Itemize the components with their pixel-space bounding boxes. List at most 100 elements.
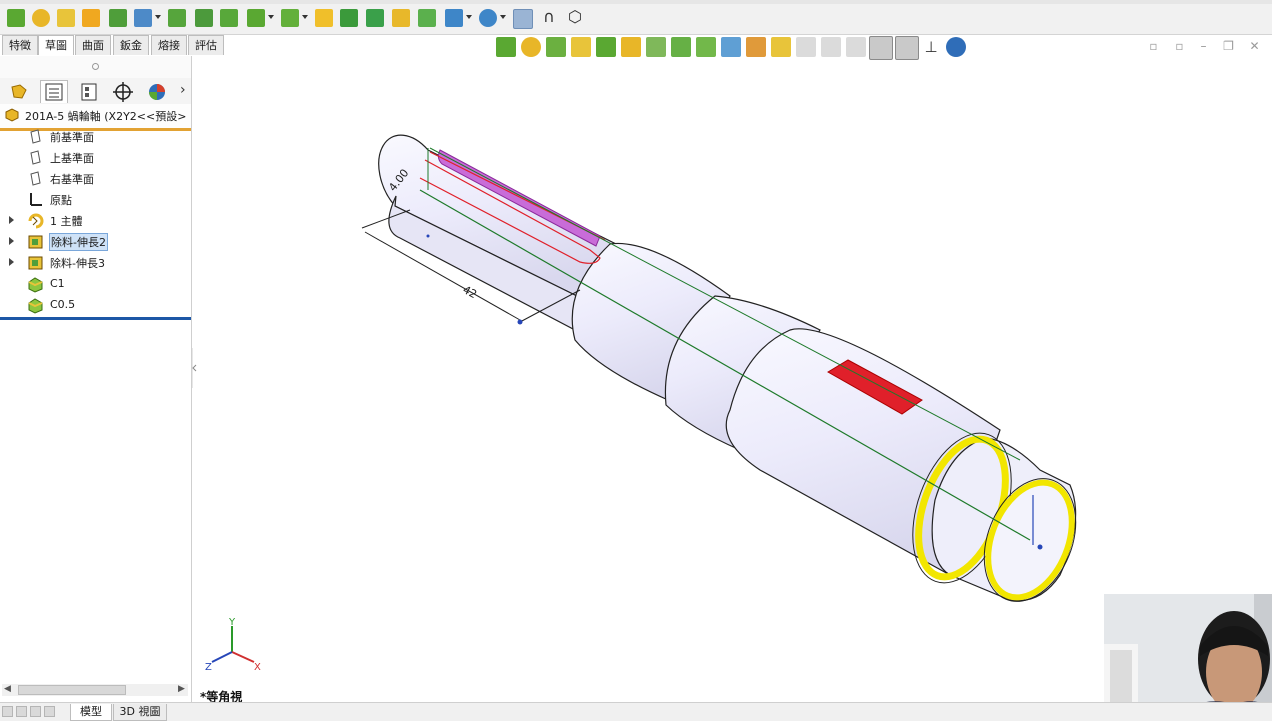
zoom-to-area-icon[interactable] — [521, 37, 541, 57]
tree-item-right-plane[interactable]: 右基準面 — [0, 168, 191, 189]
scrollbar-thumb[interactable] — [18, 685, 126, 695]
tree-item-body[interactable]: 1 主體 — [0, 210, 191, 231]
part-name: 201A-5 蝸輪軸 (X2Y2<<預設> — [25, 110, 187, 123]
panel-grip-icon[interactable] — [92, 63, 99, 70]
extruded-cut-icon[interactable] — [134, 9, 152, 27]
lines-icon[interactable] — [821, 37, 841, 57]
expand-arrow-icon[interactable] — [9, 258, 14, 266]
tab-features[interactable]: 特徵 — [2, 35, 38, 55]
tab-evaluate[interactable]: 評估 — [188, 35, 224, 55]
swept-boss-icon[interactable] — [57, 9, 75, 27]
triad-x-label: X — [254, 662, 261, 673]
minimize-icon[interactable]: – — [1198, 40, 1209, 52]
tree-item-front-plane[interactable]: 前基準面 — [0, 126, 191, 147]
maximize-icon[interactable]: ❐ — [1223, 40, 1234, 52]
previous-view-icon[interactable] — [546, 37, 566, 57]
hole-wizard-icon[interactable] — [168, 9, 186, 27]
tree-item-chamfer-c1[interactable]: C1 — [0, 274, 191, 295]
rollback-bar[interactable] — [0, 317, 191, 320]
arc-icon[interactable]: ∩ — [540, 9, 558, 27]
lofted-cut-icon[interactable] — [247, 9, 265, 27]
prev-tab-icon[interactable] — [16, 706, 27, 717]
revolve-icon — [28, 213, 44, 229]
boundary-boss-icon[interactable] — [109, 9, 127, 27]
chevron-down-icon[interactable] — [268, 15, 274, 19]
tab-sketch[interactable]: 草圖 — [38, 35, 74, 55]
curves-icon[interactable] — [479, 9, 497, 27]
linear-pattern-icon[interactable] — [315, 9, 333, 27]
tree-item-cut-extrude-3[interactable]: 除料-伸長3 — [0, 252, 191, 273]
chevron-down-icon[interactable] — [466, 15, 472, 19]
tree-item-top-plane[interactable]: 上基準面 — [0, 147, 191, 168]
reference-geometry-icon[interactable] — [445, 9, 463, 27]
view-orientation-icon[interactable] — [596, 37, 616, 57]
tab-display-manager[interactable] — [143, 80, 171, 104]
tree-item-label: 原點 — [50, 194, 72, 207]
tab-sheet-metal[interactable]: 鈑金 — [113, 35, 149, 55]
first-tab-icon[interactable] — [2, 706, 13, 717]
tab-dimxpert[interactable] — [109, 80, 137, 104]
sphere-icon[interactable] — [946, 37, 966, 57]
tree-item-origin[interactable]: 原點 — [0, 189, 191, 210]
instant3d-icon[interactable] — [513, 9, 533, 29]
menu-strip — [0, 0, 1272, 4]
revolved-cut-icon[interactable] — [195, 9, 213, 27]
next-tab-icon[interactable] — [30, 706, 41, 717]
rib-icon[interactable] — [340, 9, 358, 27]
shell-icon[interactable] — [392, 9, 410, 27]
tab-3d-views[interactable]: 3D 視圖 — [113, 704, 167, 721]
part-icon — [5, 108, 19, 122]
lofted-boss-icon[interactable] — [82, 9, 100, 27]
draft-icon[interactable] — [366, 9, 384, 27]
origin-icon — [30, 193, 42, 206]
tab-property-manager[interactable] — [40, 80, 68, 103]
pan-icon[interactable] — [771, 37, 791, 57]
tab-feature-manager[interactable] — [5, 80, 33, 104]
rotate-icon[interactable] — [746, 37, 766, 57]
plane-icon — [30, 129, 41, 144]
polygon-icon[interactable]: ⬡ — [566, 9, 584, 27]
view-settings-icon[interactable] — [721, 37, 741, 57]
dimension-length[interactable]: 42 — [461, 283, 479, 301]
bottom-tab-bar: 模型 3D 視圖 — [0, 702, 1272, 721]
chevron-down-icon[interactable] — [302, 15, 308, 19]
expand-arrow-icon[interactable] — [9, 216, 14, 224]
edit-appearance-icon[interactable] — [671, 37, 691, 57]
chevron-down-icon[interactable] — [155, 15, 161, 19]
sketch-axis-line — [419, 189, 1031, 541]
origin-axis-icon[interactable]: ⊥ — [921, 37, 941, 57]
tab-scroll-arrows[interactable] — [2, 706, 64, 718]
tab-weldments[interactable]: 熔接 — [151, 35, 187, 55]
revolved-boss-icon[interactable] — [32, 9, 50, 27]
fillet-icon[interactable] — [281, 9, 299, 27]
extruded-boss-icon[interactable] — [7, 9, 25, 27]
zoom-to-fit-icon[interactable] — [496, 37, 516, 57]
restore-pane-icon[interactable]: ▫ — [1148, 40, 1159, 52]
expand-arrow-icon[interactable] — [9, 237, 14, 245]
tab-configuration-manager[interactable] — [75, 80, 103, 104]
chevron-right-icon[interactable]: › — [180, 82, 186, 98]
wrap-icon[interactable] — [418, 9, 436, 27]
chevron-down-icon[interactable] — [500, 15, 506, 19]
pen-icon[interactable] — [846, 37, 866, 57]
tree-item-chamfer-c05[interactable]: C0.5 — [0, 295, 191, 316]
panel-horizontal-scrollbar[interactable]: ◀ ▶ — [2, 684, 188, 696]
apply-scene-icon[interactable] — [696, 37, 716, 57]
triad-z-label: Z — [205, 662, 212, 673]
maximize-pane-icon[interactable]: ▫ — [1174, 40, 1185, 52]
swept-cut-icon[interactable] — [220, 9, 238, 27]
section-view-icon[interactable] — [571, 37, 591, 57]
hide-show-items-icon[interactable] — [646, 37, 666, 57]
close-icon[interactable]: ✕ — [1249, 40, 1260, 52]
tree-item-label: 1 主體 — [50, 215, 83, 228]
scroll-right-icon[interactable]: ▶ — [178, 684, 185, 694]
display-style-icon[interactable] — [621, 37, 641, 57]
tab-surfaces[interactable]: 曲面 — [75, 35, 111, 55]
tree-item-label: 右基準面 — [50, 173, 94, 186]
tab-model[interactable]: 模型 — [70, 704, 112, 721]
panel-tabs: › — [0, 78, 191, 105]
line-icon[interactable] — [796, 37, 816, 57]
last-tab-icon[interactable] — [44, 706, 55, 717]
tree-item-cut-extrude-2[interactable]: 除料-伸長2 — [0, 231, 191, 252]
scroll-left-icon[interactable]: ◀ — [4, 684, 11, 694]
